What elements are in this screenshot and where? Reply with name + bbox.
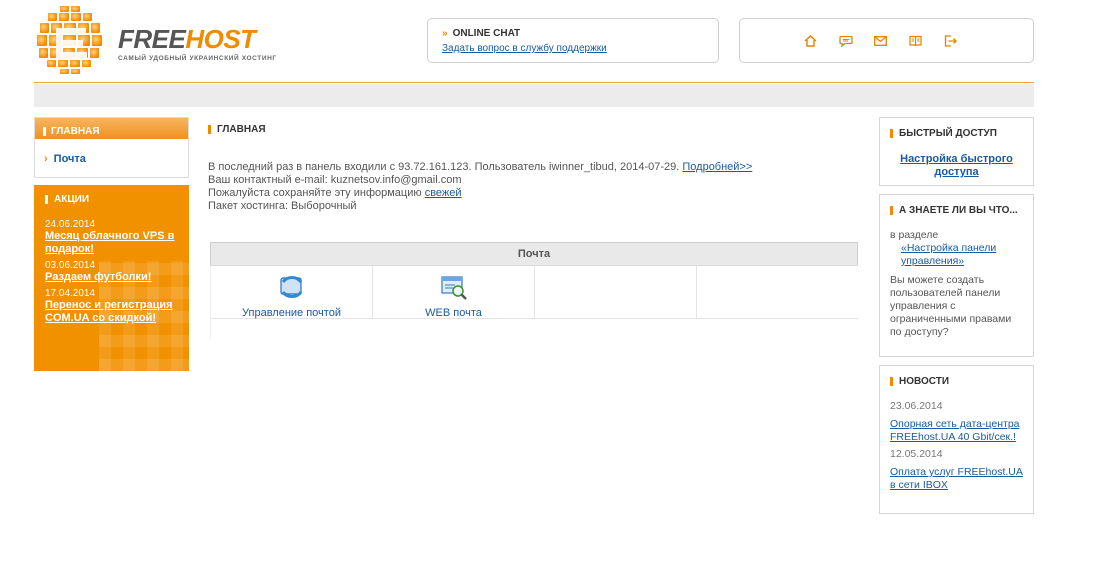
page-title: ГЛАВНАЯ <box>208 124 266 135</box>
left-nav-body: › Почта <box>35 139 188 177</box>
promo-bullet-icon <box>45 195 48 204</box>
logo-wordmark: FREEHOST <box>118 24 256 55</box>
online-chat-box: » ONLINE CHAT Задать вопрос в службу под… <box>427 18 719 63</box>
left-nav-title: ГЛАВНАЯ <box>51 125 100 137</box>
header-bullet-icon <box>43 126 46 136</box>
promo-date: 17.04.2014 <box>45 288 96 299</box>
webmail-tile[interactable]: WEB почта <box>372 266 534 319</box>
mail-management-tile[interactable]: Управление почтой <box>210 266 372 319</box>
webmail-icon <box>440 276 467 300</box>
news-date: 23.06.2014 <box>890 400 943 412</box>
mail-management-link[interactable]: Управление почтой <box>211 307 372 319</box>
fresh-link[interactable]: свежей <box>425 187 462 199</box>
promo-link[interactable]: Раздаем футболки! <box>45 271 178 284</box>
quick-access-title: БЫСТРЫЙ ДОСТУП <box>890 127 1023 140</box>
support-question-link[interactable]: Задать вопрос в службу поддержки <box>442 43 607 54</box>
logo[interactable]: FREEHOST САМЫЙ УДОБНЫЙ УКРАИНСКИЙ ХОСТИН… <box>34 4 314 76</box>
mail-panel-footer <box>210 319 858 340</box>
quick-bullet-icon <box>890 129 893 138</box>
top-icons-bar <box>739 18 1034 63</box>
title-bullet-icon <box>208 125 211 134</box>
left-nav: ГЛАВНАЯ › Почта <box>34 117 189 178</box>
quick-access-title-text: БЫСТРЫЙ ДОСТУП <box>899 128 997 139</box>
logout-icon[interactable] <box>943 33 959 49</box>
logo-slogan: САМЫЙ УДОБНЫЙ УКРАИНСКИЙ ХОСТИНГ <box>118 55 277 62</box>
home-icon[interactable] <box>803 33 819 49</box>
quick-access-box: БЫСТРЫЙ ДОСТУП Настройка быстрого доступ… <box>879 117 1034 186</box>
nav-item-mail-label: Почта <box>53 153 86 165</box>
contact-email-line: Ваш контактный e-mail: kuznetsov.info@gm… <box>208 174 462 186</box>
logo-host: HOST <box>185 24 256 54</box>
webmail-link[interactable]: WEB почта <box>373 307 534 319</box>
mail-panel: Почта Управление почтой WEB почта <box>210 242 858 340</box>
details-link[interactable]: Подробней>> <box>682 161 752 173</box>
keep-info-line: Пожалуйста сохраняйте эту информацию све… <box>208 187 752 200</box>
news-link[interactable]: Оплата услуг FREEhost.UA в сети IBOX <box>890 466 1023 492</box>
hosting-package-line: Пакет хостинга: Выборочный <box>208 200 357 212</box>
did-you-know-box: А ЗНАЕТЕ ЛИ ВЫ ЧТО... в разделе «Настрой… <box>879 194 1034 357</box>
last-login-text: В последний раз в панель входили с 93.72… <box>208 161 680 173</box>
did-you-know-prefix: в разделе <box>890 229 939 241</box>
double-chevron-icon: » <box>442 28 448 39</box>
quick-access-settings-link[interactable]: Настройка быстрого доступа <box>890 153 1023 179</box>
news-title: НОВОСТИ <box>890 375 1023 388</box>
promo-date: 03.06.2014 <box>45 260 96 271</box>
know-bullet-icon <box>890 206 893 215</box>
chat-title-text: ONLINE CHAT <box>452 28 521 39</box>
did-you-know-body: Вы можете создать пользователей панели у… <box>890 274 1012 338</box>
header-divider <box>34 82 1034 83</box>
control-panel-settings-link[interactable]: «Настройка панели управления» <box>901 242 1023 268</box>
promo-title-text: АКЦИИ <box>54 194 90 205</box>
promo-box: АКЦИИ 24.06.2014 Месяц облачного VPS в п… <box>34 185 189 371</box>
left-nav-header: ГЛАВНАЯ <box>35 118 188 139</box>
news-link[interactable]: Опорная сеть дата-центра FREEhost.UA 40 … <box>890 418 1023 444</box>
did-you-know-title-text: А ЗНАЕТЕ ЛИ ВЫ ЧТО... <box>899 205 1018 216</box>
mail-icon[interactable] <box>873 33 889 49</box>
chevron-right-icon: › <box>44 153 48 165</box>
mail-empty-cell <box>696 266 858 318</box>
mail-empty-cell <box>534 266 696 318</box>
promo-title: АКЦИИ <box>45 194 178 205</box>
mail-panel-row: Управление почтой WEB почта <box>210 265 858 319</box>
promo-link[interactable]: Месяц облачного VPS в подарок! <box>45 230 178 256</box>
news-bullet-icon <box>890 377 893 386</box>
mail-panel-header: Почта <box>210 242 858 265</box>
page-title-text: ГЛАВНАЯ <box>217 124 266 135</box>
news-title-text: НОВОСТИ <box>899 376 950 387</box>
chat-title: » ONLINE CHAT <box>442 28 718 39</box>
account-info: В последний раз в панель входили с 93.72… <box>208 161 752 213</box>
nav-item-mail[interactable]: › Почта <box>44 153 188 165</box>
keep-info-text: Пожалуйста сохраняйте эту информацию <box>208 187 422 199</box>
book-icon[interactable] <box>908 33 924 49</box>
globe-logo-icon <box>37 6 102 74</box>
header-gray-bar <box>34 84 1034 107</box>
promo-date: 24.06.2014 <box>45 219 96 230</box>
last-login-line: В последний раз в панель входили с 93.72… <box>208 161 752 174</box>
chat-bubble-icon[interactable] <box>838 33 854 49</box>
news-box: НОВОСТИ 23.06.2014 Опорная сеть дата-цен… <box>879 365 1034 514</box>
logo-free: FREE <box>118 24 186 54</box>
did-you-know-title: А ЗНАЕТЕ ЛИ ВЫ ЧТО... <box>890 204 1023 217</box>
news-date: 12.05.2014 <box>890 448 943 460</box>
mail-management-icon <box>279 276 302 298</box>
promo-link[interactable]: Перенос и регистрация COM.UA со скидкой! <box>45 299 178 325</box>
